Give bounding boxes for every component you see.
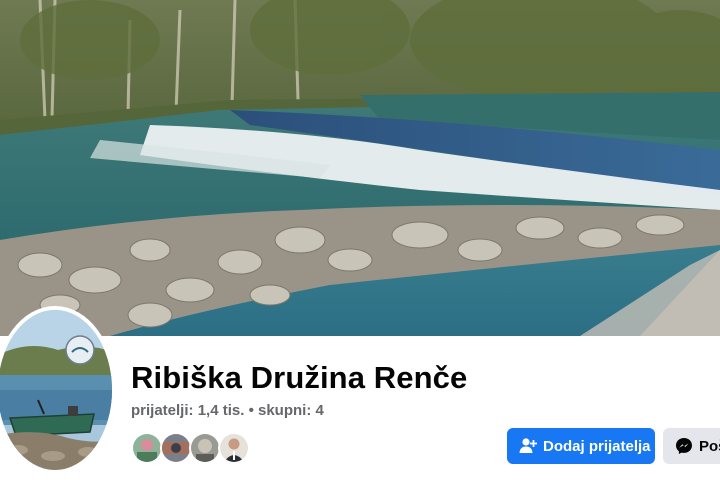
message-button[interactable]: Pošlji sporočilo: [663, 428, 720, 464]
add-friend-button[interactable]: Dodaj prijatelja: [507, 428, 655, 464]
friend-avatar[interactable]: [131, 432, 163, 464]
groups-label: skupni:: [258, 402, 312, 419]
friend-avatar[interactable]: [218, 432, 250, 464]
meta-separator: •: [248, 402, 254, 419]
friend-avatar[interactable]: [189, 432, 221, 464]
messenger-icon: [675, 437, 693, 455]
groups-count[interactable]: 4: [316, 402, 324, 419]
add-friend-label: Dodaj prijatelja: [543, 437, 651, 455]
add-friend-icon: [519, 437, 537, 455]
friends-label: prijatelji:: [131, 402, 194, 419]
friends-count[interactable]: 1,4 tis.: [198, 402, 245, 419]
page-title: Ribiška Družina Renče: [131, 360, 468, 395]
page-meta: prijatelji: 1,4 tis. • skupni: 4: [131, 402, 324, 419]
friend-avatar[interactable]: [160, 432, 192, 464]
message-label: Pošlji sporočilo: [699, 437, 720, 455]
mutual-friends: [131, 432, 251, 464]
cover-photo[interactable]: [0, 0, 720, 336]
